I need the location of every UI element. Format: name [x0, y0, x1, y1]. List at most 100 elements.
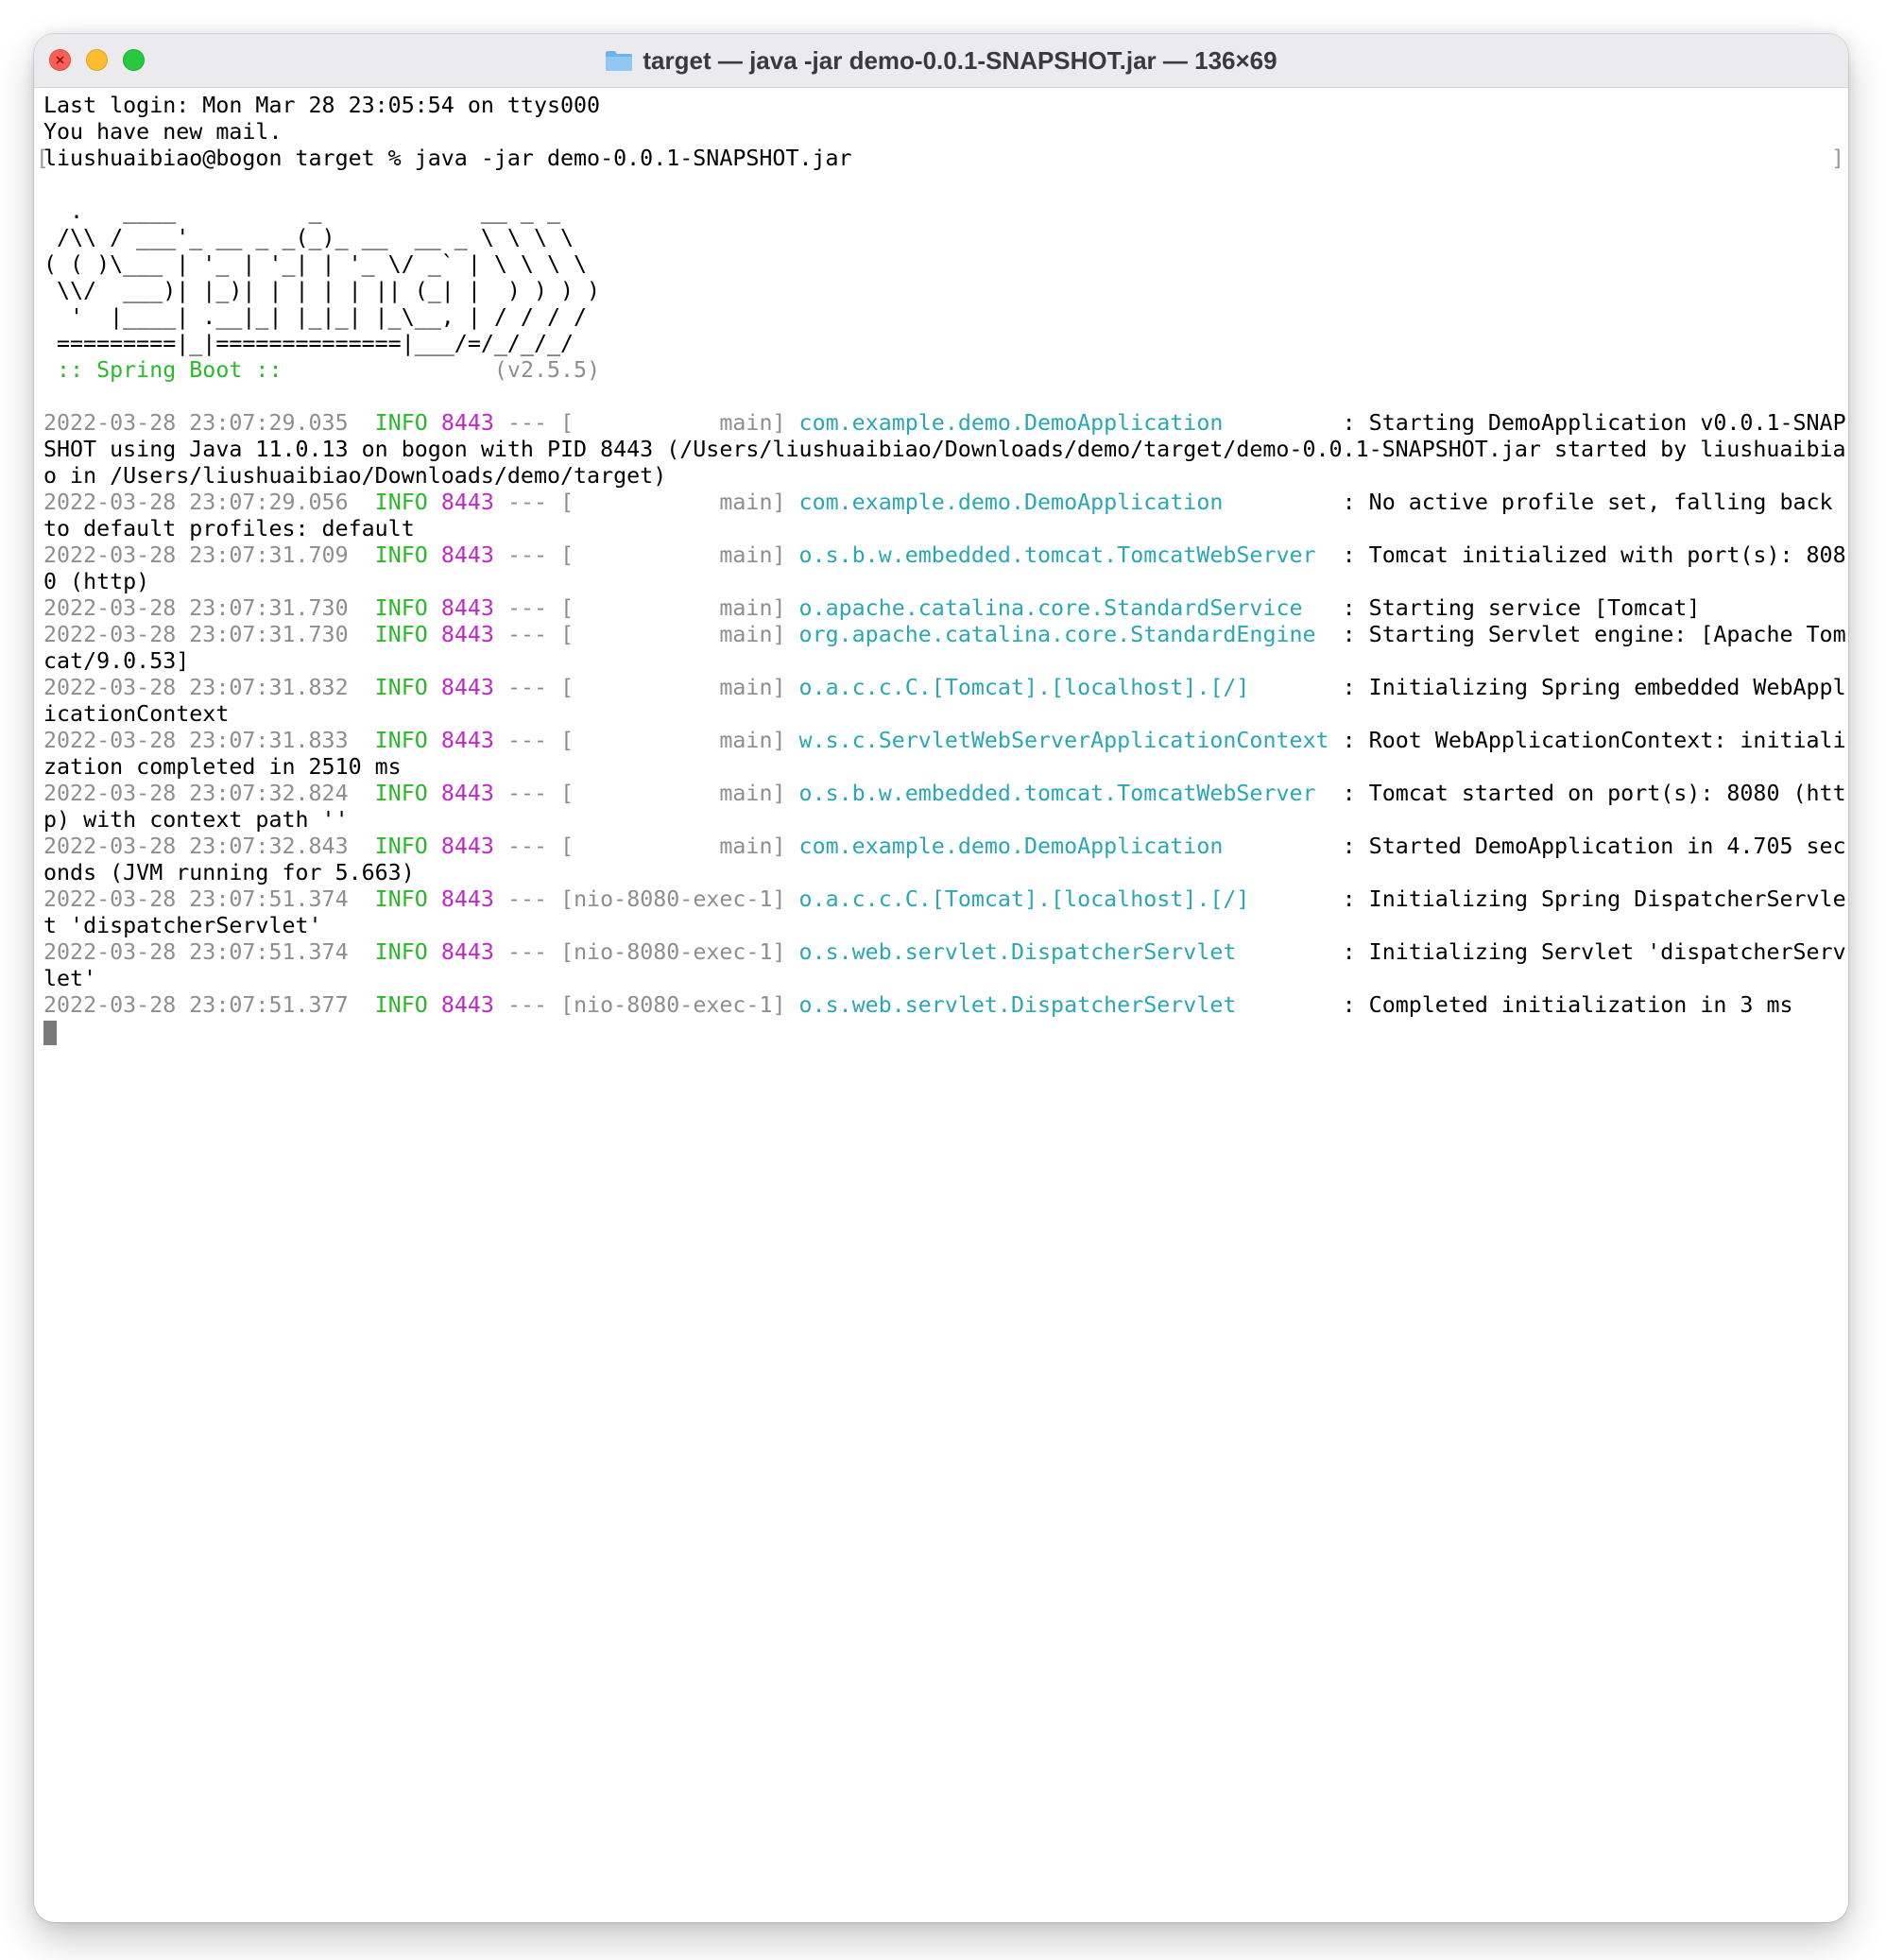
log-pid: 8443	[440, 595, 494, 621]
log-message: : Root WebApplicationContext: initiali	[1342, 728, 1846, 753]
log-logger: o.a.c.c.C.[Tomcat].[localhost].[/]	[798, 675, 1329, 700]
window-title-area: target — java -jar demo-0.0.1-SNAPSHOT.j…	[34, 34, 1848, 87]
log-pid: 8443	[440, 542, 494, 568]
log-line: 2022-03-28 23:07:32.824 INFO 8443 --- [ …	[43, 781, 1848, 807]
log-pid: 8443	[440, 410, 494, 436]
log-logger: com.example.demo.DemoApplication	[798, 410, 1329, 436]
log-thread: [ main]	[560, 781, 786, 806]
command-text: liushuaibiao@bogon target % java -jar de…	[43, 146, 852, 171]
log-level: INFO	[374, 781, 428, 806]
log-line-continuation: SHOT using Java 11.0.13 on bogon with PI…	[43, 437, 1846, 462]
log-line-continuation: p) with context path ''	[43, 807, 349, 833]
log-pid: 8443	[440, 834, 494, 859]
log-line: 2022-03-28 23:07:31.709 INFO 8443 --- [ …	[43, 542, 1848, 569]
log-separator: ---	[506, 490, 548, 515]
log-message: : Initializing Spring DispatcherServle	[1342, 886, 1846, 912]
banner-line: ( ( )\___ | '_ | '_| | '_ \/ _` | \ \ \ …	[43, 251, 588, 277]
log-message: : Starting service [Tomcat]	[1342, 595, 1701, 621]
log-level: INFO	[374, 410, 428, 436]
log-separator: ---	[506, 886, 548, 912]
log-line: 2022-03-28 23:07:51.374 INFO 8443 --- [n…	[43, 939, 1848, 966]
log-line-continuation: let'	[43, 966, 97, 991]
log-pid: 8443	[440, 728, 494, 753]
log-message: : Started DemoApplication in 4.705 sec	[1342, 834, 1846, 859]
log-timestamp: 2022-03-28 23:07:31.833	[43, 728, 349, 753]
log-level: INFO	[374, 886, 428, 912]
log-logger: o.s.web.servlet.DispatcherServlet	[798, 939, 1329, 965]
log-timestamp: 2022-03-28 23:07:32.843	[43, 834, 349, 859]
log-line: 2022-03-28 23:07:31.832 INFO 8443 --- [ …	[43, 675, 1848, 701]
log-level: INFO	[374, 542, 428, 568]
log-separator: ---	[506, 542, 548, 568]
log-line-continuation: t 'dispatcherServlet'	[43, 913, 322, 938]
log-line-continuation: o in /Users/liushuaibiao/Downloads/demo/…	[43, 463, 667, 489]
log-separator: ---	[506, 992, 548, 1018]
log-timestamp: 2022-03-28 23:07:29.056	[43, 490, 349, 515]
log-pid: 8443	[440, 490, 494, 515]
log-level: INFO	[374, 728, 428, 753]
banner-line: ' |____| .__|_| |_|_| |_\__, | / / / /	[43, 304, 588, 330]
cursor-line	[43, 1019, 1848, 1045]
log-logger: o.a.c.c.C.[Tomcat].[localhost].[/]	[798, 886, 1329, 912]
log-thread: [ main]	[560, 542, 786, 568]
mail-notice-line: You have new mail.	[43, 119, 283, 145]
log-separator: ---	[506, 939, 548, 965]
log-separator: ---	[506, 595, 548, 621]
log-line-continuation: zation completed in 2510 ms	[43, 754, 402, 780]
log-logger: o.s.b.w.embedded.tomcat.TomcatWebServer	[798, 542, 1329, 568]
log-timestamp: 2022-03-28 23:07:31.730	[43, 595, 349, 621]
log-line: 2022-03-28 23:07:32.843 INFO 8443 --- [ …	[43, 834, 1848, 860]
log-message: : Initializing Spring embedded WebAppl	[1342, 675, 1846, 700]
log-logger: org.apache.catalina.core.StandardEngine	[798, 622, 1329, 647]
terminal-output[interactable]: Last login: Mon Mar 28 23:05:54 on ttys0…	[36, 93, 1848, 1922]
log-level: INFO	[374, 490, 428, 515]
log-logger: o.s.web.servlet.DispatcherServlet	[798, 992, 1329, 1018]
log-level: INFO	[374, 939, 428, 965]
log-thread: [ main]	[560, 490, 786, 515]
log-separator: ---	[506, 781, 548, 806]
log-separator: ---	[506, 622, 548, 647]
log-logger: com.example.demo.DemoApplication	[798, 834, 1329, 859]
mark-bracket-left: [	[36, 146, 50, 171]
window-title: target — java -jar demo-0.0.1-SNAPSHOT.j…	[643, 45, 1277, 75]
log-thread: [ main]	[560, 410, 786, 436]
log-line-continuation: cat/9.0.53]	[43, 648, 190, 674]
log-line: 2022-03-28 23:07:31.730 INFO 8443 --- [ …	[43, 595, 1848, 622]
log-message: : Tomcat started on port(s): 8080 (htt	[1342, 781, 1846, 806]
mark-bracket-right: ]	[1830, 146, 1844, 171]
log-timestamp: 2022-03-28 23:07:51.374	[43, 886, 349, 912]
log-line: 2022-03-28 23:07:29.056 INFO 8443 --- [ …	[43, 490, 1848, 516]
log-line: 2022-03-28 23:07:31.833 INFO 8443 --- [ …	[43, 728, 1848, 754]
log-logger: com.example.demo.DemoApplication	[798, 490, 1329, 515]
log-timestamp: 2022-03-28 23:07:31.709	[43, 542, 349, 568]
log-thread: [ main]	[560, 728, 786, 753]
log-message: : Initializing Servlet 'dispatcherServ	[1342, 939, 1846, 965]
log-line: 2022-03-28 23:07:51.374 INFO 8443 --- [n…	[43, 886, 1848, 913]
log-pid: 8443	[440, 939, 494, 965]
log-pid: 8443	[440, 886, 494, 912]
log-message: : Starting DemoApplication v0.0.1-SNAP	[1342, 410, 1846, 436]
terminal-window: target — java -jar demo-0.0.1-SNAPSHOT.j…	[34, 34, 1848, 1922]
log-logger: o.apache.catalina.core.StandardService	[798, 595, 1329, 621]
log-pid: 8443	[440, 781, 494, 806]
log-thread: [ main]	[560, 834, 786, 859]
title-bar[interactable]: target — java -jar demo-0.0.1-SNAPSHOT.j…	[34, 34, 1848, 88]
log-separator: ---	[506, 410, 548, 436]
log-thread: [nio-8080-exec-1]	[560, 886, 786, 912]
log-level: INFO	[374, 992, 428, 1018]
banner-line: /\\ / ___'_ __ _ _(_)_ __ __ _ \ \ \ \	[43, 225, 574, 250]
log-thread: [ main]	[560, 622, 786, 647]
log-message: : Tomcat initialized with port(s): 808	[1342, 542, 1846, 568]
spring-boot-line: :: Spring Boot :: (v2.5.5)	[43, 357, 1848, 384]
spring-boot-label: :: Spring Boot ::	[43, 357, 296, 383]
banner-line: \\/ ___)| |_)| | | | | || (_| | ) ) ) )	[43, 278, 601, 303]
log-level: INFO	[374, 675, 428, 700]
text-cursor	[43, 1021, 57, 1045]
log-output: 2022-03-28 23:07:29.035 INFO 8443 --- [ …	[43, 410, 1848, 1019]
spring-boot-version: (v2.5.5)	[295, 357, 601, 383]
log-separator: ---	[506, 675, 548, 700]
log-separator: ---	[506, 728, 548, 753]
log-logger: o.s.b.w.embedded.tomcat.TomcatWebServer	[798, 781, 1329, 806]
log-timestamp: 2022-03-28 23:07:31.730	[43, 622, 349, 647]
log-message: : Completed initialization in 3 ms	[1342, 992, 1793, 1018]
